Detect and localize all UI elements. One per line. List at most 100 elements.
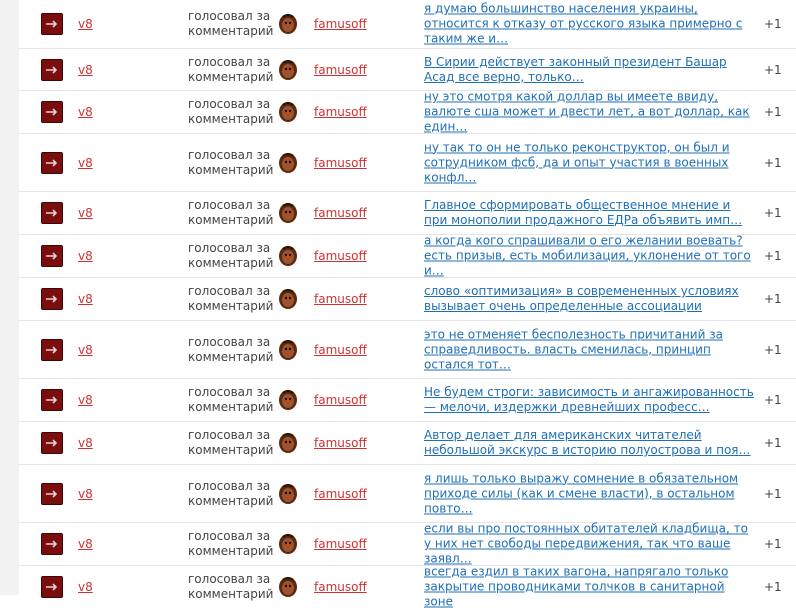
comment-link[interactable]: ну это смотря какой доллар вы имеете вви… (424, 90, 754, 135)
author-avatar-icon[interactable] (277, 101, 299, 123)
user-link[interactable]: v8 (78, 156, 93, 170)
author-avatar-icon[interactable] (277, 533, 299, 555)
user-link[interactable]: v8 (78, 206, 93, 220)
author-avatar-icon[interactable] (277, 432, 299, 454)
comment-link[interactable]: а когда кого спрашивали о его желании во… (424, 234, 754, 279)
user-avatar-icon[interactable] (41, 389, 63, 411)
feed-row: v8 голосовал за комментарий famusoff я д… (19, 0, 796, 48)
author-link[interactable]: famusoff (314, 343, 367, 357)
vote-score: +1 (764, 292, 782, 306)
vote-action-text: голосовал за комментарий (188, 572, 274, 601)
user-avatar-icon[interactable] (41, 13, 63, 35)
activity-feed: v8 голосовал за комментарий famusoff я д… (19, 0, 796, 610)
author-avatar-icon[interactable] (277, 59, 299, 81)
user-avatar-icon[interactable] (41, 245, 63, 267)
vote-score: +1 (764, 486, 782, 501)
feed-row: v8 голосовал за комментарий famusoff Гла… (19, 191, 796, 234)
vote-action-text: голосовал за комментарий (188, 97, 274, 126)
comment-link[interactable]: Автор делает для американских читателей … (424, 428, 754, 458)
author-link[interactable]: famusoff (314, 63, 367, 77)
author-link[interactable]: famusoff (314, 17, 367, 31)
user-avatar-icon[interactable] (41, 338, 63, 361)
author-avatar-icon[interactable] (277, 245, 299, 267)
feed-row: v8 голосовал за комментарий famusoff это… (19, 320, 796, 378)
vote-action-text: голосовал за комментарий (188, 241, 274, 270)
vote-action-text: голосовал за комментарий (188, 428, 274, 457)
author-link[interactable]: famusoff (314, 393, 367, 407)
vote-action-text: голосовал за комментарий (188, 529, 274, 558)
feed-row: v8 голосовал за комментарий famusoff сло… (19, 277, 796, 320)
author-link[interactable]: famusoff (314, 156, 367, 170)
vote-score: +1 (764, 342, 782, 357)
user-avatar-icon[interactable] (41, 202, 63, 224)
user-link[interactable]: v8 (78, 249, 93, 263)
vote-action-text: голосовал за комментарий (188, 385, 274, 414)
comment-link[interactable]: В Сирии действует законный президент Баш… (424, 55, 754, 85)
vote-action-text: голосовал за комментарий (188, 9, 274, 38)
author-link[interactable]: famusoff (314, 292, 367, 306)
comment-link[interactable]: Не будем строги: зависимость и ангажиров… (424, 385, 754, 415)
author-avatar-icon[interactable] (277, 202, 299, 224)
vote-action-text: голосовал за комментарий (188, 147, 274, 177)
user-link[interactable]: v8 (78, 343, 93, 357)
vote-score: +1 (764, 580, 782, 594)
author-avatar-icon[interactable] (277, 152, 299, 174)
user-link[interactable]: v8 (78, 537, 93, 551)
comment-link[interactable]: слово «оптимизация» в современенных усло… (424, 284, 754, 314)
vote-score: +1 (764, 393, 782, 407)
author-link[interactable]: famusoff (314, 487, 367, 501)
author-link[interactable]: famusoff (314, 206, 367, 220)
user-link[interactable]: v8 (78, 292, 93, 306)
feed-row: v8 голосовал за комментарий famusoff а к… (19, 234, 796, 279)
vote-score: +1 (764, 436, 782, 450)
author-avatar-icon[interactable] (277, 339, 299, 361)
comment-link[interactable]: Главное сформировать общественное мнение… (424, 198, 754, 228)
author-link[interactable]: famusoff (314, 436, 367, 450)
feed-row: v8 голосовал за комментарий famusoff есл… (19, 522, 796, 567)
feed-row: v8 голосовал за комментарий famusoff Авт… (19, 421, 796, 464)
vote-score: +1 (764, 62, 782, 77)
user-link[interactable]: v8 (78, 436, 93, 450)
author-avatar-icon[interactable] (277, 288, 299, 310)
user-avatar-icon[interactable] (41, 432, 63, 454)
user-link[interactable]: v8 (78, 580, 93, 594)
author-avatar-icon[interactable] (277, 13, 299, 35)
comment-link[interactable]: всегда ездил в таких вагона, напрягало т… (424, 565, 754, 610)
user-link[interactable]: v8 (78, 487, 93, 501)
user-link[interactable]: v8 (78, 105, 93, 119)
user-avatar-icon[interactable] (41, 288, 63, 310)
feed-row: v8 голосовал за комментарий famusoff Не … (19, 378, 796, 421)
vote-score: +1 (764, 17, 782, 31)
comment-link[interactable]: это не отменяет бесполезность причитаний… (424, 327, 754, 372)
vote-score: +1 (764, 537, 782, 551)
user-link[interactable]: v8 (78, 63, 93, 77)
comment-link[interactable]: если вы про постоянных обитателей кладби… (424, 522, 754, 567)
comment-link[interactable]: я лишь только выражу сомнение в обязател… (424, 471, 754, 516)
comment-link[interactable]: я думаю большинство населения украины, о… (424, 2, 754, 47)
user-link[interactable]: v8 (78, 17, 93, 31)
user-avatar-icon[interactable] (41, 58, 63, 81)
vote-score: +1 (764, 206, 782, 220)
feed-row: v8 голосовал за комментарий famusoff все… (19, 565, 796, 610)
vote-action-text: голосовал за комментарий (188, 478, 274, 508)
author-avatar-icon[interactable] (277, 389, 299, 411)
vote-action-text: голосовал за комментарий (188, 334, 274, 364)
author-link[interactable]: famusoff (314, 537, 367, 551)
author-link[interactable]: famusoff (314, 249, 367, 263)
user-avatar-icon[interactable] (41, 151, 63, 174)
user-avatar-icon[interactable] (41, 533, 63, 555)
vote-action-text: голосовал за комментарий (188, 198, 274, 227)
vote-score: +1 (764, 155, 782, 170)
vote-score: +1 (764, 105, 782, 119)
feed-row: v8 голосовал за комментарий famusoff ну … (19, 133, 796, 191)
author-link[interactable]: famusoff (314, 105, 367, 119)
author-avatar-icon[interactable] (277, 483, 299, 505)
vote-score: +1 (764, 249, 782, 263)
vote-action-text: голосовал за комментарий (188, 54, 274, 84)
feed-row: v8 голосовал за комментарий famusoff В С… (19, 48, 796, 90)
author-link[interactable]: famusoff (314, 580, 367, 594)
user-link[interactable]: v8 (78, 393, 93, 407)
user-avatar-icon[interactable] (41, 482, 63, 505)
comment-link[interactable]: ну так то он не только реконструктор, он… (424, 140, 754, 185)
user-avatar-icon[interactable] (41, 101, 63, 123)
